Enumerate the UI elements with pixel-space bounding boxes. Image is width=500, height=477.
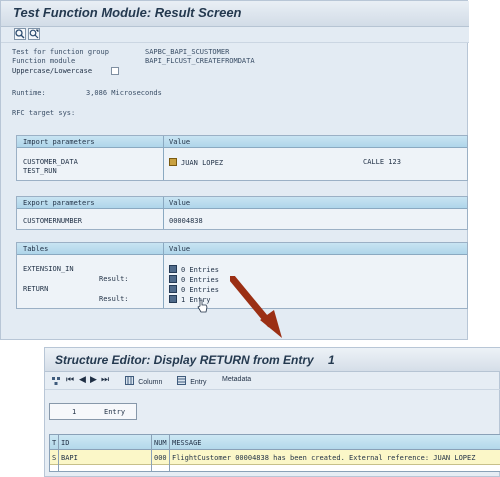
param-customernumber: CUSTOMERNUMBER xyxy=(23,217,83,225)
hierarchy-icon[interactable] xyxy=(51,376,61,386)
export-value-header: Value xyxy=(169,199,191,207)
table-icon xyxy=(169,295,177,303)
return-structure-table: T ID NUM MESSAGE S BAPI 000 FlightCustom… xyxy=(49,434,500,472)
structure-editor-toolbar: ⏮ ◀ ▶ ⏭ Column Entry Metadata xyxy=(45,372,500,390)
entry-number-label: Entry xyxy=(104,408,126,416)
param-customer-data: CUSTOMER_DATA xyxy=(23,158,78,166)
table-icon xyxy=(169,285,177,293)
table-row[interactable]: S BAPI 000 FlightCustomer 00004838 has b… xyxy=(50,450,500,465)
previous-entry-icon[interactable]: ◀ xyxy=(79,375,86,385)
tables-panel-header: Tables Value xyxy=(17,243,467,255)
header-id: ID xyxy=(61,439,70,447)
rfc-target-label: RFC target sys: xyxy=(12,109,76,117)
function-group-value: SAPBC_BAPI_SCUSTOMER xyxy=(145,48,230,56)
import-panel-header: Import parameters Value xyxy=(17,136,467,148)
next-entry-icon[interactable]: ▶ xyxy=(90,375,97,385)
structure-editor-titlebar: Structure Editor: Display RETURN from En… xyxy=(45,348,500,372)
function-module-value: BAPI_FLCUST_CREATEFROMDATA xyxy=(145,57,255,65)
table-entries-link[interactable]: 0 Entries xyxy=(169,275,219,284)
export-header-label: Export parameters xyxy=(23,199,95,207)
tables-value-header: Value xyxy=(169,245,191,253)
export-parameters-panel: Export parameters Value CUSTOMERNUMBER 0… xyxy=(16,196,468,230)
runtime-value: 3,086 Microseconds xyxy=(86,89,162,97)
uppercase-checkbox[interactable] xyxy=(111,67,119,75)
table-header-row: T ID NUM MESSAGE xyxy=(50,435,500,450)
column-divider xyxy=(151,435,152,471)
entry-number-field[interactable]: 1 Entry xyxy=(49,403,137,420)
result-screen-titlebar: Test Function Module: Result Screen xyxy=(1,1,469,27)
table-return: RETURN xyxy=(23,285,49,293)
header-num: NUM xyxy=(154,439,167,447)
table-entries-link[interactable]: 0 Entries xyxy=(169,285,219,294)
column-divider xyxy=(169,435,170,471)
column-icon xyxy=(125,376,134,385)
tables-header-label: Tables xyxy=(23,245,49,253)
execute-icon[interactable] xyxy=(14,28,26,40)
window-title: Test Function Module: Result Screen xyxy=(13,5,242,20)
result-label: Result: xyxy=(99,275,129,283)
cell-id: BAPI xyxy=(61,454,78,462)
result-toolbar xyxy=(1,27,469,43)
structure-editor-title: Structure Editor: Display RETURN from En… xyxy=(55,353,314,367)
column-divider xyxy=(163,197,164,229)
column-button[interactable]: Column xyxy=(125,376,162,386)
entry-number-value: 1 xyxy=(72,408,77,416)
structure-editor-title-entry: 1 xyxy=(328,353,335,367)
entry-button[interactable]: Entry xyxy=(177,376,207,386)
table-entries-link[interactable]: 0 Entries xyxy=(169,265,219,274)
column-label: Column xyxy=(138,379,163,386)
arrow-icon xyxy=(230,276,282,338)
table-icon xyxy=(169,275,177,283)
import-value-header: Value xyxy=(169,138,191,146)
column-divider xyxy=(163,243,164,308)
import-header-label: Import parameters xyxy=(23,138,95,146)
hand-cursor-icon xyxy=(197,299,208,313)
customer-name-value: JUAN LOPEZ xyxy=(181,159,224,167)
column-divider xyxy=(163,136,164,180)
cell-type: S xyxy=(52,454,57,462)
header-message: MESSAGE xyxy=(172,439,202,447)
entry-icon xyxy=(177,376,186,385)
entries-count: 0 Entries xyxy=(181,276,219,284)
result-label: Result: xyxy=(99,295,129,303)
param-test-run: TEST_RUN xyxy=(23,167,57,175)
table-extension-in: EXTENSION_IN xyxy=(23,265,74,273)
column-divider xyxy=(58,435,59,471)
customernumber-value: 00004838 xyxy=(169,217,203,225)
customer-data-value[interactable]: JUAN LOPEZ xyxy=(169,158,223,167)
metadata-button[interactable]: Metadata xyxy=(222,376,251,383)
entry-label: Entry xyxy=(190,379,207,386)
runtime-label: Runtime: xyxy=(12,89,46,97)
first-entry-icon[interactable]: ⏮ xyxy=(66,375,74,385)
uppercase-label: Uppercase/Lowercase xyxy=(12,67,93,75)
cell-message: FlightCustomer 00004838 has been created… xyxy=(172,454,476,462)
table-icon xyxy=(169,265,177,273)
find-icon[interactable] xyxy=(28,28,40,40)
entries-count: 0 Entries xyxy=(181,286,219,294)
import-parameters-panel: Import parameters Value CUSTOMER_DATA TE… xyxy=(16,135,468,181)
customer-street-value: CALLE 123 xyxy=(363,158,401,166)
structure-editor-window: Structure Editor: Display RETURN from En… xyxy=(44,347,500,477)
function-module-label: Function module xyxy=(12,57,76,65)
function-group-label: Test for function group xyxy=(12,48,109,56)
export-panel-header: Export parameters Value xyxy=(17,197,467,209)
last-entry-icon[interactable]: ⏭ xyxy=(101,375,109,385)
cell-num: 000 xyxy=(154,454,167,462)
structure-icon xyxy=(169,158,177,166)
header-t: T xyxy=(52,439,57,447)
entries-count: 0 Entries xyxy=(181,266,219,274)
